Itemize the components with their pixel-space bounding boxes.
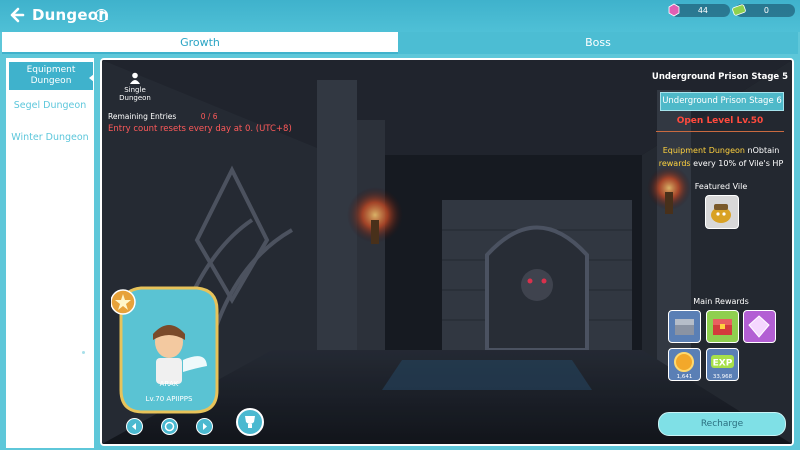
svg-text:EXP: EXP (713, 359, 733, 369)
reward-iron-chest[interactable] (668, 310, 701, 343)
single-dungeon-label: Single Dungeon (110, 72, 160, 102)
prev-hero-button[interactable] (126, 418, 143, 435)
hero-card[interactable]: ARAK Lv.70 APIIPPS (110, 280, 227, 418)
gem-counter[interactable]: 44 (668, 3, 730, 17)
trophy-icon (245, 416, 255, 428)
reward-amount: 33,968 (712, 374, 733, 380)
gold-coin-icon (674, 352, 694, 372)
reward-diamond[interactable] (743, 310, 776, 343)
red-chest-icon (713, 319, 732, 335)
info-text: nObtain (744, 146, 780, 155)
info-highlight: rewards (658, 159, 691, 168)
featured-label: Featured Vile (694, 182, 748, 191)
sidebar-item-segel-dungeon[interactable]: Segel Dungeon (6, 100, 94, 111)
info-highlight: Equipment Dungeon (662, 146, 745, 155)
exp-icon: EXP (711, 355, 734, 369)
hero-name: ARAK (159, 380, 179, 388)
chevron-right-icon (203, 423, 207, 430)
open-level: Open Level Lv.50 (676, 116, 764, 126)
info-text: every 10% of Vile's HP (690, 159, 784, 168)
top-bar: Dungeon ? 44 0 (0, 0, 800, 32)
tab-bar: Growth Boss (2, 32, 798, 54)
next-stage-button[interactable]: Underground Prison Stage 6 (660, 92, 784, 111)
diamond-icon (748, 315, 770, 338)
sidebar: Equipment Dungeon Segel Dungeon Winter D… (6, 58, 94, 448)
stage-title: Underground Prison Stage 5 (651, 72, 789, 82)
reward-gold-coin[interactable]: 1,641 (668, 348, 701, 381)
gem-count: 44 (697, 6, 708, 15)
sidebar-item-equipment-dungeon[interactable]: Equipment Dungeon (9, 62, 94, 90)
ticket-counter[interactable]: 0 (732, 4, 795, 17)
iron-chest-icon (675, 319, 694, 335)
reset-note: Entry count resets every day at 0. (UTC+… (108, 124, 292, 134)
main-rewards-label: Main Rewards (693, 297, 749, 306)
reward-red-chest[interactable] (706, 310, 739, 343)
remaining-entries: Remaining Entries 0 / 6 (108, 112, 218, 121)
reward-info: Equipment Dungeon nObtain rewards every … (650, 144, 792, 170)
dungeon-mode-text: Single Dungeon (119, 86, 151, 102)
next-hero-button[interactable] (196, 418, 213, 435)
tab-growth[interactable]: Growth (2, 32, 398, 54)
back-arrow-icon[interactable] (9, 7, 25, 23)
green-ticket-icon (732, 4, 746, 16)
user-icon (130, 72, 140, 84)
featured-vile-icon[interactable] (705, 195, 739, 229)
dungeon-panel: Single Dungeon Remaining Entries 0 / 6 E… (100, 58, 794, 446)
hero-level: Lv.70 APIIPPS (145, 395, 193, 403)
chevron-left-icon (132, 423, 136, 430)
ticket-count: 0 (763, 6, 769, 15)
sidebar-item-label: Dungeon (30, 76, 72, 86)
ranking-button[interactable] (236, 408, 264, 436)
gear-icon (164, 421, 175, 432)
selected-arrow-icon (89, 74, 94, 82)
reward-amount: 1,641 (676, 374, 693, 380)
recharge-button[interactable]: Recharge (658, 412, 786, 436)
divider (656, 131, 784, 132)
remaining-count: 0 / 6 (200, 112, 218, 121)
help-icon[interactable]: ? (95, 9, 108, 22)
scroll-dot (82, 351, 85, 354)
reward-exp[interactable]: EXP 33,968 (706, 348, 739, 381)
remaining-label: Remaining Entries (108, 112, 177, 121)
treasure-pot-icon (711, 204, 731, 223)
hero-settings-button[interactable] (161, 418, 178, 435)
tab-boss[interactable]: Boss (398, 32, 798, 54)
sidebar-item-winter-dungeon[interactable]: Winter Dungeon (6, 132, 94, 143)
pink-gem-icon (668, 3, 680, 17)
sidebar-item-label: Equipment (26, 65, 76, 75)
